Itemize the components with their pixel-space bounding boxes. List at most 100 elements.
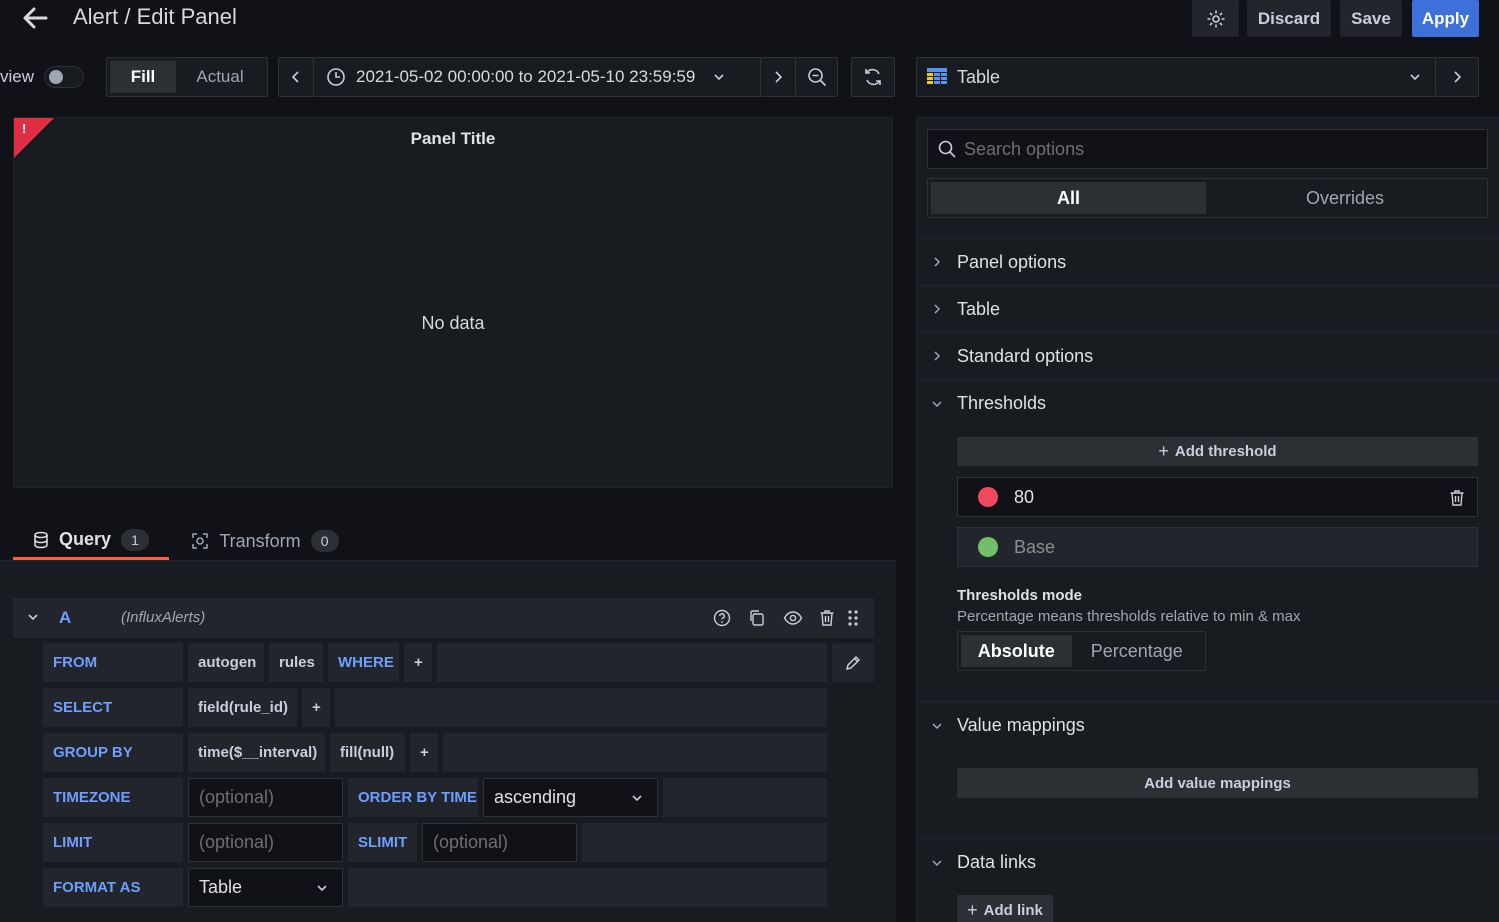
panel-title[interactable]: Panel Title xyxy=(14,129,892,149)
chevron-right-icon xyxy=(773,70,783,84)
section-value-mappings[interactable]: Value mappings xyxy=(917,702,1499,749)
query-ref-id[interactable]: A xyxy=(59,608,71,628)
chevron-right-icon xyxy=(917,350,957,362)
time-back-button[interactable] xyxy=(278,57,314,97)
trash-icon[interactable] xyxy=(819,609,835,627)
timezone-input[interactable]: (optional) xyxy=(188,778,343,817)
clock-icon xyxy=(326,67,346,87)
slimit-keyword: SLIMIT xyxy=(348,823,417,862)
raw-query-toggle-button[interactable] xyxy=(832,643,874,683)
chevron-down-icon xyxy=(713,73,725,81)
measurement-segment[interactable]: rules xyxy=(269,643,323,682)
chevron-right-icon xyxy=(917,256,957,268)
transform-icon xyxy=(191,532,209,550)
tab-overrides[interactable]: Overrides xyxy=(1206,182,1484,214)
fill-null-segment[interactable]: fill(null) xyxy=(330,733,405,772)
format-as-select[interactable]: Table xyxy=(188,868,343,907)
chevron-left-icon xyxy=(291,70,301,84)
chevron-right-icon xyxy=(917,303,957,315)
database-icon xyxy=(33,531,49,549)
limit-keyword: LIMIT xyxy=(43,823,183,862)
search-options-field[interactable]: Search options xyxy=(927,129,1488,169)
eye-icon[interactable] xyxy=(783,609,803,627)
limit-row-filler xyxy=(582,823,827,862)
help-icon[interactable] xyxy=(713,609,731,627)
back-arrow-icon[interactable] xyxy=(20,4,50,32)
chevron-down-icon xyxy=(917,400,957,408)
chevron-down-icon xyxy=(1409,73,1421,81)
duplicate-icon[interactable] xyxy=(748,609,766,627)
thresholds-mode-description: Percentage means thresholds relative to … xyxy=(957,608,1301,625)
time-interval-segment[interactable]: time($__interval) xyxy=(188,733,325,772)
visualization-label: Table xyxy=(957,66,1001,87)
time-range-picker[interactable]: 2021-05-02 00:00:00 to 2021-05-10 23:59:… xyxy=(313,57,761,97)
threshold-base-label: Base xyxy=(1014,536,1056,557)
page-title: Alert / Edit Panel xyxy=(73,4,237,29)
thresholds-mode-toggle: Absolute Percentage xyxy=(957,631,1206,671)
add-link-button[interactable]: + Add link xyxy=(957,895,1053,922)
trash-icon[interactable] xyxy=(1449,489,1465,507)
fill-option[interactable]: Fill xyxy=(110,61,176,93)
zoom-out-icon xyxy=(807,67,827,87)
tab-query[interactable]: Query 1 xyxy=(13,522,169,560)
chevron-down-icon xyxy=(316,884,328,892)
collapse-options-button[interactable] xyxy=(1435,57,1479,97)
chevron-down-icon xyxy=(631,794,643,802)
absolute-option[interactable]: Absolute xyxy=(961,635,1072,667)
group-by-keyword: GROUP BY xyxy=(43,733,183,772)
section-thresholds[interactable]: Thresholds xyxy=(917,380,1499,427)
limit-input[interactable]: (optional) xyxy=(188,823,343,862)
thresholds-mode-title: Thresholds mode xyxy=(957,587,1083,604)
section-panel-options[interactable]: Panel options xyxy=(917,239,1499,286)
chevron-right-icon xyxy=(1452,70,1462,84)
retention-policy-segment[interactable]: autogen xyxy=(188,643,264,682)
table-icon xyxy=(927,68,947,86)
order-by-time-keyword: ORDER BY TIME xyxy=(348,778,478,817)
chevron-down-icon xyxy=(917,722,957,730)
from-keyword: FROM xyxy=(43,643,183,682)
threshold-value[interactable]: 80 xyxy=(1014,487,1034,508)
select-keyword: SELECT xyxy=(43,688,183,727)
order-by-select[interactable]: ascending xyxy=(483,778,658,817)
plus-icon: + xyxy=(1158,441,1169,461)
percentage-option[interactable]: Percentage xyxy=(1072,635,1202,667)
format-as-row-filler xyxy=(348,868,827,907)
save-button[interactable]: Save xyxy=(1340,0,1402,37)
section-data-links[interactable]: Data links xyxy=(917,839,1499,886)
apply-button[interactable]: Apply xyxy=(1412,0,1479,37)
options-tabs: All Overrides xyxy=(927,178,1488,218)
tab-all[interactable]: All xyxy=(931,182,1206,214)
zoom-out-button[interactable] xyxy=(795,57,838,97)
table-view-toggle[interactable] xyxy=(44,66,84,88)
format-as-keyword: FORMAT AS xyxy=(43,868,183,907)
refresh-button[interactable] xyxy=(851,57,895,97)
select-row-filler xyxy=(335,688,827,727)
field-segment[interactable]: field(rule_id) xyxy=(188,688,297,727)
add-threshold-button[interactable]: + Add threshold xyxy=(957,437,1478,466)
add-where-button[interactable]: + xyxy=(404,643,432,682)
section-table[interactable]: Table xyxy=(917,286,1499,333)
slimit-input[interactable]: (optional) xyxy=(422,823,577,862)
threshold-color-green[interactable] xyxy=(978,537,998,557)
threshold-row-base: Base xyxy=(957,527,1478,567)
drag-handle-icon[interactable] xyxy=(847,609,859,627)
threshold-color-red[interactable] xyxy=(978,487,998,507)
threshold-row-80[interactable]: 80 xyxy=(957,477,1478,517)
visualization-picker[interactable]: Table xyxy=(916,57,1436,97)
add-group-by-button[interactable]: + xyxy=(410,733,438,772)
add-value-mappings-button[interactable]: Add value mappings xyxy=(957,768,1478,798)
section-standard-options[interactable]: Standard options xyxy=(917,333,1499,380)
gear-icon xyxy=(1206,9,1226,29)
chevron-down-icon[interactable] xyxy=(27,613,39,621)
add-select-button[interactable]: + xyxy=(302,688,330,727)
pencil-icon xyxy=(844,654,862,672)
actual-option[interactable]: Actual xyxy=(176,61,264,93)
tab-transform[interactable]: Transform 0 xyxy=(180,522,350,560)
discard-button[interactable]: Discard xyxy=(1247,0,1331,37)
time-forward-button[interactable] xyxy=(760,57,796,97)
query-row-header[interactable]: A (InfluxAlerts) xyxy=(13,598,874,638)
chevron-down-icon xyxy=(917,859,957,867)
search-icon xyxy=(938,140,956,158)
time-range-text: 2021-05-02 00:00:00 to 2021-05-10 23:59:… xyxy=(356,67,696,86)
settings-button[interactable] xyxy=(1192,0,1239,37)
